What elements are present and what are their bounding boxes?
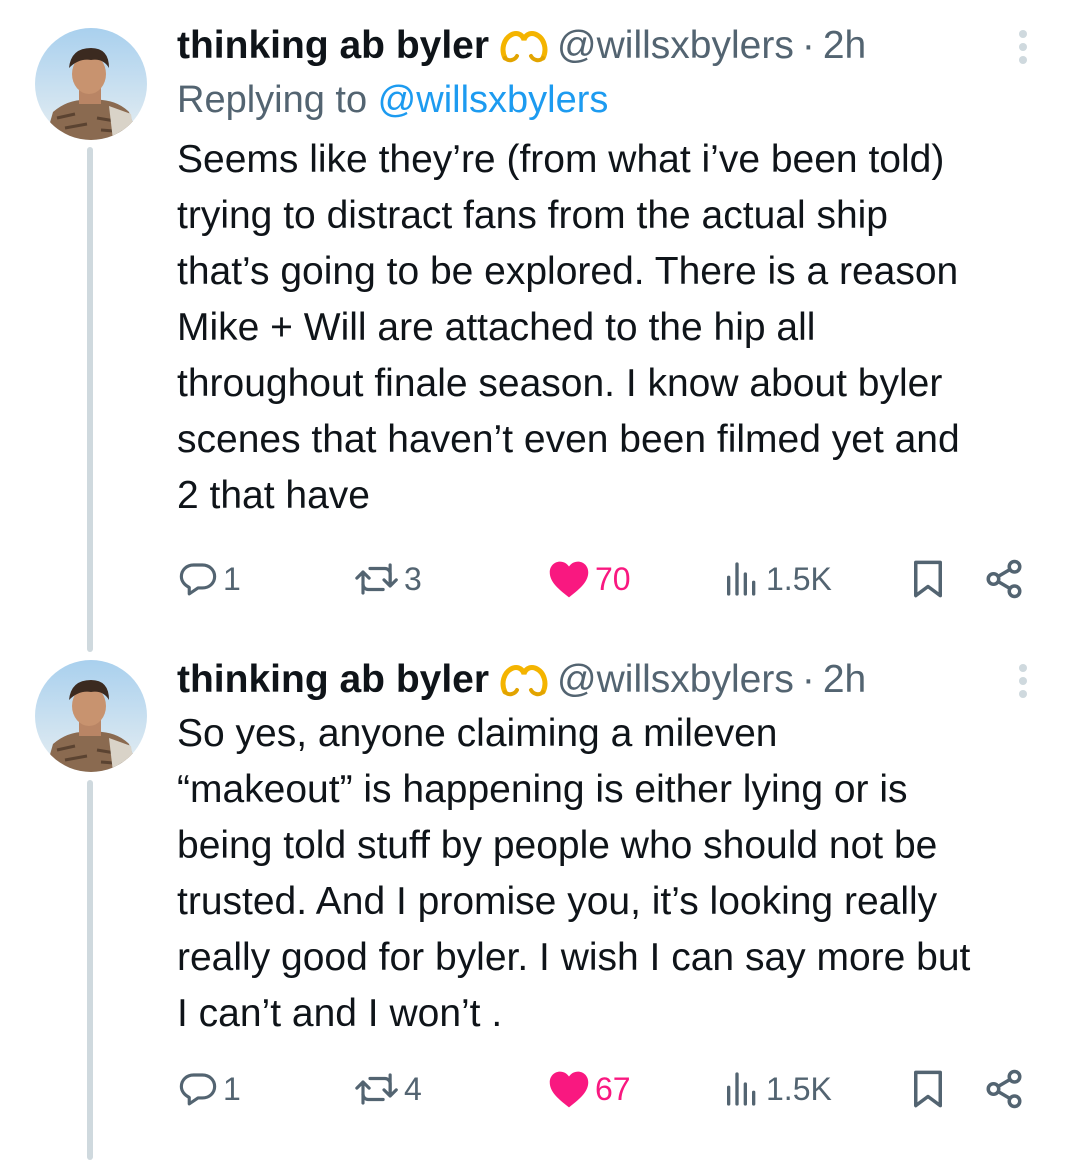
reply-icon — [179, 563, 217, 596]
share-button[interactable] — [983, 1064, 1025, 1114]
share-icon — [986, 559, 1022, 599]
reply-count: 1 — [223, 1070, 241, 1107]
reply-button[interactable]: 1 — [177, 554, 241, 604]
bookmark-icon — [914, 560, 942, 598]
tweet-time[interactable]: 2h — [823, 658, 866, 702]
heart-icon — [549, 561, 589, 598]
reply-count: 1 — [223, 560, 241, 597]
retweet-icon — [355, 1073, 398, 1105]
like-button[interactable]: 70 — [547, 554, 631, 604]
views-count: 1.5K — [766, 1070, 832, 1107]
share-button[interactable] — [983, 554, 1025, 604]
replying-handle-link[interactable]: @willsxbylers — [378, 79, 609, 121]
retweet-count: 3 — [404, 560, 422, 597]
more-options-icon[interactable] — [1017, 30, 1029, 70]
reply-icon — [179, 1073, 217, 1106]
avatar[interactable] — [35, 660, 147, 772]
separator-dot: · — [801, 24, 815, 67]
author-handle[interactable]: @willsxbylers — [557, 658, 794, 702]
like-count: 70 — [595, 560, 631, 597]
retweet-button[interactable]: 3 — [354, 554, 422, 604]
views-icon — [727, 1072, 756, 1106]
retweet-icon — [355, 563, 398, 595]
heart-hands-icon — [500, 665, 548, 697]
retweet-count: 4 — [404, 1070, 422, 1107]
thread-line — [87, 780, 93, 1160]
views-button[interactable]: 1.5K — [722, 554, 832, 604]
bookmark-icon — [914, 1070, 942, 1108]
like-count: 67 — [595, 1070, 631, 1107]
like-button[interactable]: 67 — [547, 1064, 631, 1114]
reply-button[interactable]: 1 — [177, 1064, 241, 1114]
tweet-text: So yes, anyone claiming a mileven “makeo… — [177, 712, 971, 1035]
tweet-text: Seems like they’re (from what i’ve been … — [177, 138, 960, 517]
replying-to: Replying to @willsxbylers — [177, 76, 1057, 124]
tweet-header: thinking ab byler @willsxbylers · 2h — [177, 22, 1057, 70]
replying-prefix: Replying to — [177, 79, 378, 121]
tweet-header: thinking ab byler @willsxbylers · 2h — [177, 656, 1057, 704]
bookmark-button[interactable] — [909, 1064, 947, 1114]
heart-icon — [549, 1071, 589, 1108]
tweet-actions: 1 4 67 1.5K — [177, 1064, 1057, 1114]
author-name[interactable]: thinking ab byler — [177, 24, 489, 68]
tweet-actions: 1 3 70 1.5K — [177, 554, 1057, 604]
tweet-time[interactable]: 2h — [823, 24, 866, 68]
views-count: 1.5K — [766, 560, 832, 597]
retweet-button[interactable]: 4 — [354, 1064, 422, 1114]
author-handle[interactable]: @willsxbylers — [557, 24, 794, 68]
bookmark-button[interactable] — [909, 554, 947, 604]
tweet[interactable]: thinking ab byler @willsxbylers · 2h So … — [177, 656, 1057, 1042]
tweet[interactable]: thinking ab byler @willsxbylers · 2h Rep… — [177, 22, 1057, 524]
thread-line — [87, 147, 93, 652]
more-options-icon[interactable] — [1017, 664, 1029, 704]
heart-hands-icon — [500, 31, 548, 63]
views-button[interactable]: 1.5K — [722, 1064, 832, 1114]
author-name[interactable]: thinking ab byler — [177, 658, 489, 702]
views-icon — [727, 562, 756, 596]
share-icon — [986, 1069, 1022, 1109]
avatar[interactable] — [35, 28, 147, 140]
separator-dot: · — [801, 658, 815, 701]
